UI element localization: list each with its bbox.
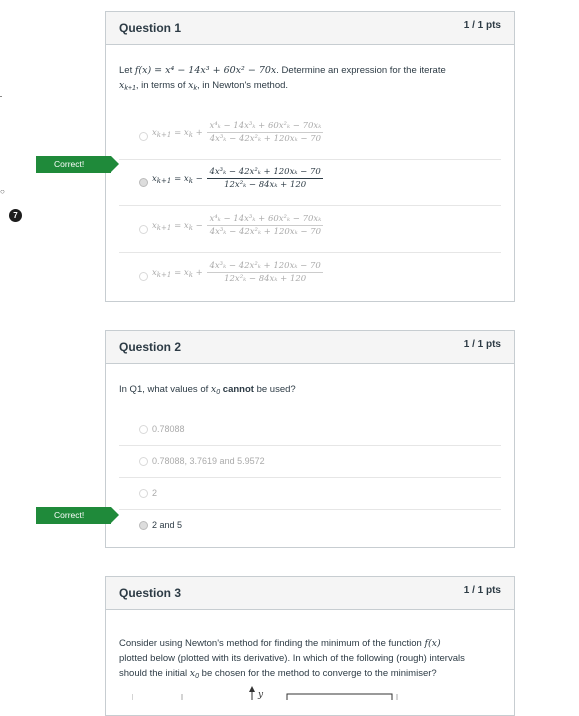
answer-option[interactable]: 2 — [119, 477, 501, 509]
question-2-answers: 0.78088 0.78088, 3.7619 and 5.9572 2 2 a… — [119, 414, 501, 541]
answer-option[interactable]: xk+1 = xk + 4x³ₖ − 42x²ₖ + 120xₖ − 70 12x… — [119, 252, 501, 299]
answer-label: 0.78088 — [152, 424, 185, 434]
radio-button-selected[interactable] — [139, 521, 148, 530]
question-1-card: Question 1 1 / 1 pts Let f(x) = x⁴ − 14x… — [105, 11, 515, 302]
question-1-points: 1 / 1 pts — [463, 20, 501, 31]
sidebar-marker — [0, 96, 2, 97]
correct-answer-flag: Correct! — [36, 507, 119, 524]
question-2-prompt: In Q1, what values of x0 cannot be used? — [119, 384, 296, 396]
answer-expression: xk+1 = xk − x⁴ₖ − 14x³ₖ + 60x²ₖ − 70xₖ 4x… — [152, 214, 324, 237]
answer-option[interactable]: xk+1 = xk + x⁴ₖ − 14x³ₖ + 60x²ₖ − 70xₖ 4x… — [119, 113, 501, 159]
answer-expression: xk+1 = xk + x⁴ₖ − 14x³ₖ + 60x²ₖ − 70xₖ 4x… — [152, 121, 324, 144]
question-3-points: 1 / 1 pts — [463, 585, 501, 596]
answer-option[interactable]: xk+1 = xk − 4x³ₖ − 42x²ₖ + 120xₖ − 70 12x… — [119, 159, 501, 205]
question-1-header: Question 1 1 / 1 pts — [106, 12, 514, 45]
answer-label: 2 — [152, 488, 158, 498]
answer-expression: xk+1 = xk − 4x³ₖ − 42x²ₖ + 120xₖ − 70 12x… — [152, 167, 323, 190]
function-plot: y — [132, 686, 398, 700]
question-2-points: 1 / 1 pts — [463, 339, 501, 350]
radio-button-selected[interactable] — [139, 178, 148, 187]
radio-button[interactable] — [139, 425, 148, 434]
radio-button[interactable] — [139, 132, 148, 141]
answer-option[interactable]: 0.78088, 3.7619 and 5.9572 — [119, 445, 501, 477]
question-3-title: Question 3 — [119, 586, 182, 600]
question-2-header: Question 2 1 / 1 pts — [106, 331, 514, 364]
radio-button[interactable] — [139, 272, 148, 281]
question-1-title: Question 1 — [119, 21, 182, 35]
question-3-prompt: Consider using Newton's method for findi… — [119, 638, 465, 680]
answer-label: 2 and 5 — [152, 520, 183, 530]
question-nav-badge[interactable]: 7 — [9, 209, 22, 222]
question-2-title: Question 2 — [119, 340, 182, 354]
answer-expression: xk+1 = xk + 4x³ₖ − 42x²ₖ + 120xₖ − 70 12x… — [152, 261, 323, 284]
plot-y-axis-label: y — [257, 690, 264, 700]
answer-option[interactable]: 0.78088 — [119, 414, 501, 445]
radio-button[interactable] — [139, 457, 148, 466]
answer-label: 0.78088, 3.7619 and 5.9572 — [152, 456, 265, 466]
radio-button[interactable] — [139, 489, 148, 498]
answer-option[interactable]: xk+1 = xk − x⁴ₖ − 14x³ₖ + 60x²ₖ − 70xₖ 4x… — [119, 205, 501, 252]
function-expression: f(x) = x⁴ − 14x³ + 60x² − 70x — [134, 65, 277, 76]
answer-option[interactable]: 2 and 5 — [119, 509, 501, 541]
question-1-prompt: Let f(x) = x⁴ − 14x³ + 60x² − 70x. Deter… — [119, 65, 446, 92]
sidebar-partial-glyph: ○ — [0, 187, 5, 196]
question-3-header: Question 3 1 / 1 pts — [106, 577, 514, 610]
question-1-answers: xk+1 = xk + x⁴ₖ − 14x³ₖ + 60x²ₖ − 70xₖ 4x… — [119, 113, 501, 299]
correct-answer-flag: Correct! — [36, 156, 119, 173]
radio-button[interactable] — [139, 225, 148, 234]
question-2-card: Question 2 1 / 1 pts In Q1, what values … — [105, 330, 515, 548]
